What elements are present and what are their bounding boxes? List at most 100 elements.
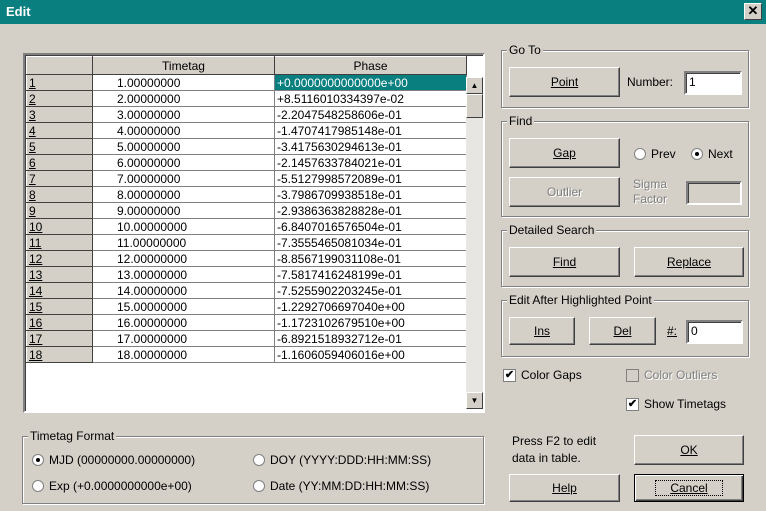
table-row[interactable]: 5 5.00000000 -3.4175630294613e-01 [26, 138, 467, 155]
timetag-cell[interactable]: 13.00000000 [92, 266, 275, 283]
phase-cell[interactable]: -6.8921518932712e-01 [274, 330, 467, 347]
row-number[interactable]: 4 [26, 122, 93, 139]
table-row[interactable]: 10 10.00000000 -6.8407016576504e-01 [26, 218, 467, 235]
next-radio[interactable] [691, 148, 703, 160]
delete-button[interactable]: Del [589, 317, 656, 345]
table-row[interactable]: 14 14.00000000 -7.5255902203245e-01 [26, 282, 467, 299]
phase-cell[interactable]: -7.5255902203245e-01 [274, 282, 467, 299]
phase-cell[interactable]: -1.1606059406016e+00 [274, 346, 467, 363]
timetag-cell[interactable]: 15.00000000 [92, 298, 275, 315]
timetag-cell[interactable]: 9.00000000 [92, 202, 275, 219]
row-number[interactable]: 14 [26, 282, 93, 299]
prev-radio[interactable] [634, 148, 646, 160]
phase-cell[interactable]: -8.8567199031108e-01 [274, 250, 467, 267]
table-row[interactable]: 18 18.00000000 -1.1606059406016e+00 [26, 346, 467, 363]
timetag-cell[interactable]: 1.00000000 [92, 74, 275, 91]
phase-cell[interactable]: -2.9386363828828e-01 [274, 202, 467, 219]
timetag-cell[interactable]: 12.00000000 [92, 250, 275, 267]
row-number[interactable]: 6 [26, 154, 93, 171]
table-row[interactable]: 12 12.00000000 -8.8567199031108e-01 [26, 250, 467, 267]
column-header-timetag[interactable]: Timetag [92, 56, 275, 75]
timetag-cell[interactable]: 3.00000000 [92, 106, 275, 123]
scroll-down-icon[interactable]: ▼ [466, 392, 483, 409]
gap-button[interactable]: Gap [509, 138, 620, 168]
count-field[interactable]: 0 [686, 320, 743, 344]
table-row[interactable]: 17 17.00000000 -6.8921518932712e-01 [26, 330, 467, 347]
phase-cell[interactable]: -5.5127998572089e-01 [274, 170, 467, 187]
number-field[interactable]: 1 [684, 71, 742, 95]
phase-cell[interactable]: -2.2047548258606e-01 [274, 106, 467, 123]
row-number[interactable]: 15 [26, 298, 93, 315]
timetag-cell[interactable]: 7.00000000 [92, 170, 275, 187]
timetag-cell[interactable]: 8.00000000 [92, 186, 275, 203]
timetag-cell[interactable]: 5.00000000 [92, 138, 275, 155]
phase-cell[interactable]: -3.7986709938518e-01 [274, 186, 467, 203]
row-number[interactable]: 2 [26, 90, 93, 107]
show-timetags-checkbox[interactable]: ✔ [626, 398, 639, 411]
exp-radio[interactable] [32, 480, 44, 492]
color-gaps-checkbox[interactable]: ✔ [503, 369, 516, 382]
color-outliers-checkbox[interactable] [626, 369, 639, 382]
table-row[interactable]: 13 13.00000000 -7.5817416248199e-01 [26, 266, 467, 283]
scroll-up-icon[interactable]: ▲ [466, 77, 483, 94]
find-button[interactable]: Find [509, 247, 620, 277]
phase-cell[interactable]: -3.4175630294613e-01 [274, 138, 467, 155]
row-number[interactable]: 8 [26, 186, 93, 203]
row-number[interactable]: 12 [26, 250, 93, 267]
table-row[interactable]: 4 4.00000000 -1.4707417985148e-01 [26, 122, 467, 139]
row-number[interactable]: 1 [26, 74, 93, 91]
row-number[interactable]: 13 [26, 266, 93, 283]
mjd-radio[interactable] [32, 454, 44, 466]
timetag-cell[interactable]: 14.00000000 [92, 282, 275, 299]
row-number[interactable]: 7 [26, 170, 93, 187]
row-number[interactable]: 10 [26, 218, 93, 235]
timetag-cell[interactable]: 11.00000000 [92, 234, 275, 251]
table-row[interactable]: 8 8.00000000 -3.7986709938518e-01 [26, 186, 467, 203]
close-button[interactable]: ✕ [744, 3, 762, 20]
phase-cell[interactable]: -7.3555465081034e-01 [274, 234, 467, 251]
table-row[interactable]: 6 6.00000000 -2.1457633784021e-01 [26, 154, 467, 171]
phase-cell[interactable]: -6.8407016576504e-01 [274, 218, 467, 235]
timetag-cell[interactable]: 18.00000000 [92, 346, 275, 363]
scroll-thumb[interactable] [466, 94, 483, 118]
phase-cell[interactable]: -1.4707417985148e-01 [274, 122, 467, 139]
table-row[interactable]: 3 3.00000000 -2.2047548258606e-01 [26, 106, 467, 123]
phase-cell[interactable]: -2.1457633784021e-01 [274, 154, 467, 171]
insert-button[interactable]: Ins [509, 317, 575, 345]
table-row[interactable]: 15 15.00000000 -1.2292706697040e+00 [26, 298, 467, 315]
doy-radio[interactable] [253, 454, 265, 466]
replace-button[interactable]: Replace [634, 247, 744, 277]
cancel-button[interactable]: Cancel [634, 474, 744, 502]
row-number[interactable]: 9 [26, 202, 93, 219]
data-table[interactable]: Timetag Phase 1 1.00000000 +0.000000000000… [23, 53, 485, 413]
phase-cell[interactable]: -1.1723102679510e+00 [274, 314, 467, 331]
timetag-cell[interactable]: 4.00000000 [92, 122, 275, 139]
timetag-cell[interactable]: 10.00000000 [92, 218, 275, 235]
table-row[interactable]: 7 7.00000000 -5.5127998572089e-01 [26, 170, 467, 187]
phase-cell[interactable]: -1.2292706697040e+00 [274, 298, 467, 315]
ok-button[interactable]: OK [634, 435, 744, 465]
table-row[interactable]: 11 11.00000000 -7.3555465081034e-01 [26, 234, 467, 251]
help-button[interactable]: Help [509, 474, 620, 502]
row-number[interactable]: 11 [26, 234, 93, 251]
timetag-cell[interactable]: 2.00000000 [92, 90, 275, 107]
sigma-factor-field[interactable] [686, 181, 742, 205]
row-number[interactable]: 3 [26, 106, 93, 123]
timetag-cell[interactable]: 16.00000000 [92, 314, 275, 331]
column-header-phase[interactable]: Phase [274, 56, 467, 75]
row-number[interactable]: 5 [26, 138, 93, 155]
row-number[interactable]: 16 [26, 314, 93, 331]
row-number[interactable]: 17 [26, 330, 93, 347]
row-number[interactable]: 18 [26, 346, 93, 363]
phase-cell[interactable]: +8.5116010334397e-02 [274, 90, 467, 107]
table-row[interactable]: 1 1.00000000 +0.0000000000000e+00 [26, 74, 467, 91]
phase-cell[interactable]: -7.5817416248199e-01 [274, 266, 467, 283]
outlier-button[interactable]: Outlier [509, 177, 620, 207]
table-row[interactable]: 16 16.00000000 -1.1723102679510e+00 [26, 314, 467, 331]
timetag-cell[interactable]: 6.00000000 [92, 154, 275, 171]
vertical-scrollbar[interactable]: ▲ ▼ [466, 77, 483, 409]
table-row[interactable]: 9 9.00000000 -2.9386363828828e-01 [26, 202, 467, 219]
timetag-cell[interactable]: 17.00000000 [92, 330, 275, 347]
date-radio[interactable] [253, 480, 265, 492]
phase-cell[interactable]: +0.0000000000000e+00 [274, 74, 467, 91]
